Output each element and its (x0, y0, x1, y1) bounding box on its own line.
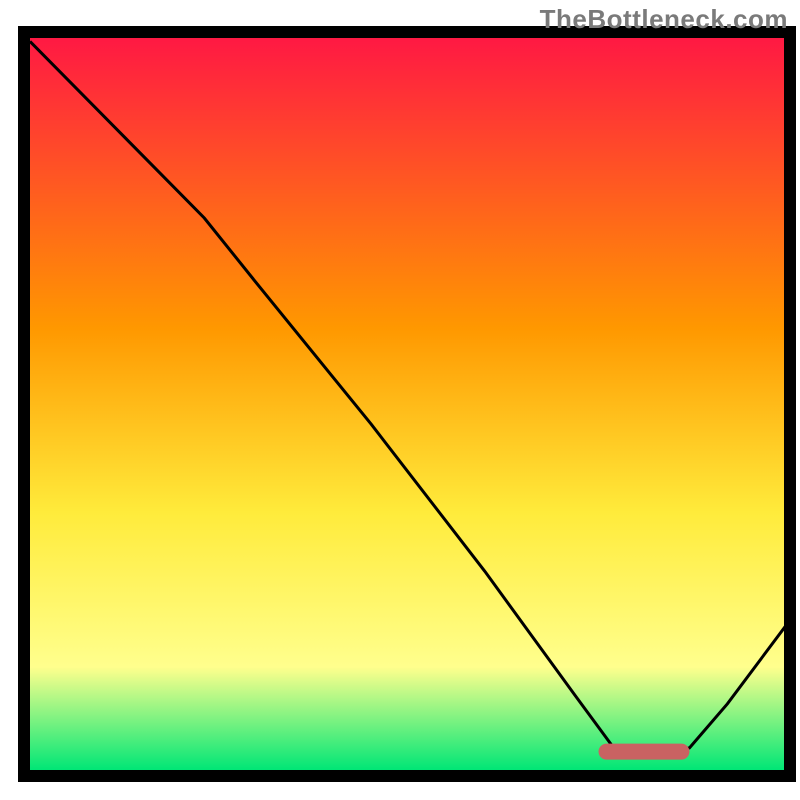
bottleneck-chart (0, 0, 800, 800)
watermark-label: TheBottleneck.com (540, 4, 788, 35)
gradient-background (30, 34, 788, 770)
chart-container: TheBottleneck.com (0, 0, 800, 800)
optimum-marker (599, 744, 690, 760)
